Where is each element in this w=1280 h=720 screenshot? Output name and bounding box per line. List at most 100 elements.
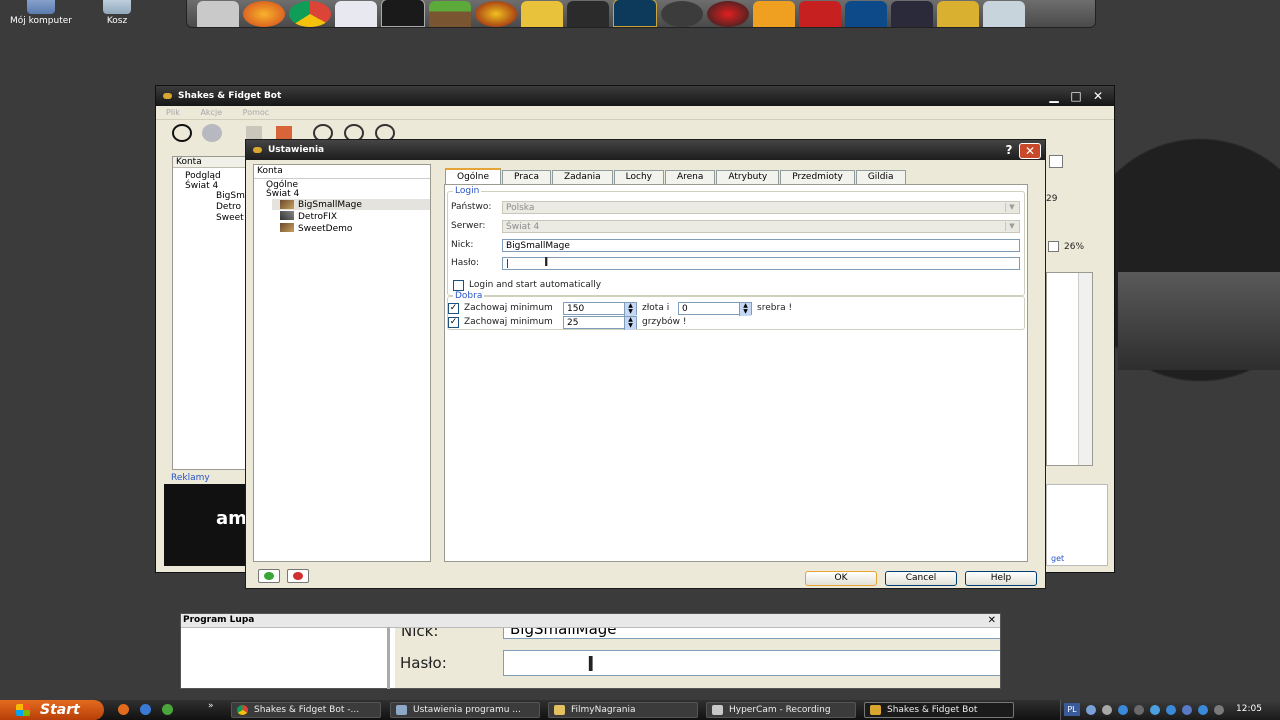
start-button[interactable]: Start (0, 700, 104, 720)
keep-gold-checkbox[interactable]: ✓ (448, 303, 459, 314)
tree-item-account-bigsmallmage[interactable]: BigSmallMage (298, 200, 362, 210)
quicklaunch-more-icon[interactable]: » (208, 701, 214, 711)
league-of-legends-icon[interactable] (613, 0, 657, 27)
cancel-button[interactable]: Cancel (885, 571, 957, 586)
tab-quests[interactable]: Zadania (552, 170, 613, 184)
tree-item-account-sweetdemo[interactable]: SweetDemo (298, 224, 352, 234)
media-quicklaunch-icon[interactable] (162, 704, 173, 715)
nick-input[interactable]: BigSmallMage (502, 239, 1020, 252)
terminal-icon[interactable] (381, 0, 425, 27)
spinner-arrows-icon[interactable]: ▲ ▼ (739, 303, 751, 316)
menu-actions[interactable]: Akcje (200, 108, 222, 117)
tray-display-icon[interactable] (1182, 705, 1192, 715)
ad-banner-right[interactable]: get (1046, 484, 1108, 566)
percent-checkbox[interactable] (1048, 241, 1059, 252)
keep-mushrooms-checkbox[interactable]: ✓ (448, 317, 459, 328)
borderlands-icon[interactable] (475, 1, 517, 27)
tree-item-account-3[interactable]: Sweet (216, 213, 244, 223)
flash-icon[interactable] (799, 1, 841, 27)
mushrooms-minimum-value: 25 (567, 318, 579, 328)
folder-tools-icon[interactable] (937, 1, 979, 27)
desktop-icon-my-computer[interactable]: Mój komputer (6, 0, 76, 26)
fl-studio-icon[interactable] (753, 1, 795, 27)
close-icon[interactable]: ✕ (988, 614, 996, 627)
chrome-icon[interactable] (289, 1, 331, 27)
tab-items[interactable]: Przedmioty (780, 170, 855, 184)
desktop-icon-recycle-bin[interactable]: Kosz (82, 0, 152, 26)
task-button-folder[interactable]: FilmyNagrania (548, 702, 698, 718)
tab-attributes[interactable]: Atrybuty (716, 170, 780, 184)
tab-general[interactable]: Ogólne (445, 168, 502, 185)
firefox-quicklaunch-icon[interactable] (118, 704, 129, 715)
tree-item-account-detrofix[interactable]: DetroFIX (298, 212, 337, 222)
power-icon[interactable] (172, 124, 192, 142)
trash-icon[interactable] (983, 1, 1025, 27)
ie-quicklaunch-icon[interactable] (140, 704, 151, 715)
network-icon[interactable] (1086, 705, 1096, 715)
counter-strike-icon[interactable] (521, 1, 563, 27)
password-input[interactable]: | (502, 257, 1020, 270)
tab-dungeons[interactable]: Lochy (613, 170, 664, 184)
maximize-icon[interactable]: □ (1068, 89, 1084, 103)
volume-icon[interactable] (1102, 705, 1112, 715)
tray-bluetooth-icon[interactable] (1198, 705, 1208, 715)
ok-button[interactable]: OK (805, 571, 877, 586)
firefox-icon[interactable] (243, 1, 285, 27)
task-button-bot[interactable]: Shakes & Fidget Bot -... (231, 702, 381, 718)
right-scrollbar[interactable] (1078, 273, 1092, 465)
update-icon[interactable] (1118, 705, 1128, 715)
tray-sync-icon[interactable] (1150, 705, 1160, 715)
spinner-arrows-icon[interactable]: ▲ ▼ (624, 317, 636, 330)
server-select[interactable]: Świat 4 ▼ (502, 220, 1020, 233)
monitor-icon[interactable] (891, 1, 933, 27)
task-button-settings[interactable]: Ustawienia programu ... (390, 702, 540, 718)
tree-item-world[interactable]: Świat 4 (185, 181, 218, 191)
menu-file[interactable]: Plik (166, 108, 180, 117)
country-select[interactable]: Polska ▼ (502, 201, 1020, 214)
tray-security-icon[interactable] (1166, 705, 1176, 715)
tree-item-account-1[interactable]: BigSm (216, 191, 245, 201)
minecraft-icon[interactable] (429, 1, 471, 27)
text-editor-icon[interactable] (197, 1, 239, 27)
gold-minimum-input[interactable]: 150 ▲ ▼ (563, 302, 637, 316)
tray-misc-icon[interactable] (1214, 705, 1224, 715)
settings-titlebar[interactable]: Ustawienia ? ✕ (246, 140, 1045, 160)
task-button-bot-active[interactable]: Shakes & Fidget Bot (864, 702, 1014, 718)
tray-app-icon[interactable] (1134, 705, 1144, 715)
record-icon[interactable] (707, 1, 749, 27)
close-icon[interactable]: ✕ (1019, 143, 1041, 159)
magnifier-titlebar[interactable]: Program Lupa ✕ (181, 614, 1000, 628)
mushrooms-minimum-input[interactable]: 25 ▲ ▼ (563, 316, 637, 330)
right-checkbox[interactable] (1049, 155, 1063, 168)
back-icon[interactable] (246, 126, 262, 140)
settings-tabs: Ogólne Praca Zadania Lochy Arena Atrybut… (445, 168, 1028, 185)
logout-icon[interactable] (276, 126, 292, 140)
menu-help[interactable]: Pomoc (243, 108, 270, 117)
clock[interactable]: 12:05 (1236, 704, 1262, 714)
language-indicator[interactable]: PL (1064, 703, 1080, 716)
task-button-hypercam[interactable]: HyperCam - Recording (706, 702, 856, 718)
minimize-icon[interactable]: ▁ (1046, 89, 1062, 103)
calendar-icon[interactable] (335, 1, 377, 27)
steam-icon[interactable] (661, 1, 703, 27)
tab-arena[interactable]: Arena (664, 170, 716, 184)
help-button[interactable]: Help (965, 571, 1037, 586)
ad-banner-left[interactable]: am (164, 484, 248, 566)
tab-guild[interactable]: Gildia (855, 170, 906, 184)
close-icon[interactable]: ✕ (1090, 89, 1106, 103)
tree-item-world[interactable]: Świat 4 (266, 189, 299, 199)
main-window-titlebar[interactable]: Shakes & Fidget Bot ▁ □ ✕ (156, 86, 1114, 106)
silver-minimum-input[interactable]: 0 ▲ ▼ (678, 302, 752, 316)
remove-account-button[interactable] (287, 569, 309, 583)
photoshop-icon[interactable] (845, 1, 887, 27)
tree-root[interactable]: Konta (254, 165, 430, 179)
tree-item-preview[interactable]: Podgląd (185, 171, 221, 181)
tab-work[interactable]: Praca (502, 170, 551, 184)
auto-login-checkbox[interactable] (453, 280, 464, 291)
gear-icon[interactable] (202, 124, 222, 142)
add-account-button[interactable] (258, 569, 280, 583)
spinner-arrows-icon[interactable]: ▲ ▼ (624, 303, 636, 316)
skull-game-icon[interactable] (567, 1, 609, 27)
tree-item-account-2[interactable]: Detro (216, 202, 241, 212)
help-icon[interactable]: ? (1001, 143, 1017, 157)
